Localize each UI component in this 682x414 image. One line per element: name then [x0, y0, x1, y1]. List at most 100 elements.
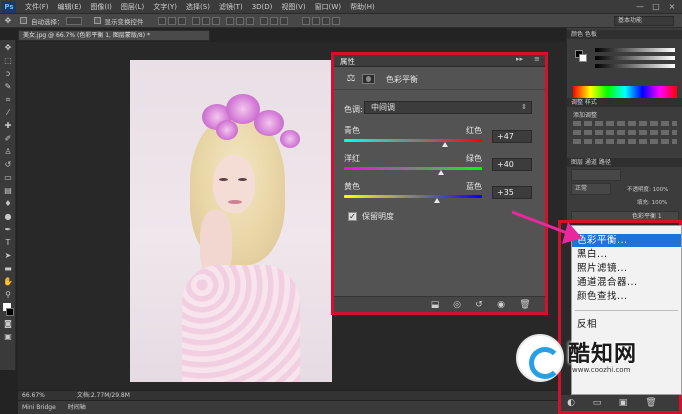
crop-icon[interactable]: ⌗: [2, 95, 14, 105]
maximize-button[interactable]: □: [648, 0, 664, 13]
adjustment-icons-row[interactable]: [573, 139, 677, 144]
view-previous-icon[interactable]: ◎: [450, 299, 464, 311]
move-tool-icon[interactable]: ✥: [2, 16, 14, 26]
fill-field[interactable]: 填充: 100%: [637, 198, 667, 206]
quick-mask-icon[interactable]: ◙: [2, 319, 14, 329]
menu-view[interactable]: 视图(V): [281, 2, 305, 12]
layer-mask-icon[interactable]: [362, 74, 375, 84]
align-top-icon[interactable]: [157, 16, 166, 25]
distribute-left-icon[interactable]: [259, 16, 268, 25]
color-panel-tabs[interactable]: 颜色 色板: [567, 30, 682, 39]
color-slider-g[interactable]: [595, 56, 675, 60]
3d-rotate-icon[interactable]: [311, 16, 320, 25]
distribute-right-icon[interactable]: [279, 16, 288, 25]
preserve-luminosity[interactable]: ✓ 保留明度: [348, 211, 394, 222]
screen-mode-icon[interactable]: ▣: [2, 332, 14, 342]
adjustments-panel-tabs[interactable]: 调整 样式: [567, 98, 682, 107]
document-tab[interactable]: 美女.jpg @ 66.7% (色彩平衡 1, 图层蒙版/8) *: [18, 30, 210, 41]
magenta-green-slider[interactable]: [344, 167, 482, 170]
reset-icon[interactable]: ↺: [472, 299, 486, 311]
yellow-blue-slider-thumb[interactable]: [434, 198, 441, 203]
opacity-field[interactable]: 不透明度: 100%: [627, 185, 668, 193]
pen-icon[interactable]: ✒: [2, 225, 14, 235]
menu-edit[interactable]: 编辑(E): [58, 2, 82, 12]
menu-item-photo-filter[interactable]: 照片滤镜...: [572, 262, 681, 275]
color-background-swatch[interactable]: [579, 54, 587, 62]
menu-item-color-balance[interactable]: 色彩平衡...: [572, 234, 681, 247]
gradient-icon[interactable]: ▤: [2, 186, 14, 196]
visibility-eye-icon[interactable]: ◉: [494, 299, 508, 311]
menu-3d[interactable]: 3D(D): [252, 3, 273, 11]
menu-window[interactable]: 窗口(W): [315, 2, 341, 12]
menu-layer[interactable]: 图层(L): [121, 2, 144, 12]
history-brush-icon[interactable]: ↺: [2, 160, 14, 170]
3d-pan-icon[interactable]: [331, 16, 340, 25]
menu-image[interactable]: 图像(I): [90, 2, 112, 12]
type-icon[interactable]: T: [2, 238, 14, 248]
zoom-icon[interactable]: ⚲: [2, 290, 14, 300]
tab-timeline[interactable]: 时间轴: [68, 404, 86, 411]
align-left-icon[interactable]: [191, 16, 200, 25]
distribute-middle-icon[interactable]: [235, 16, 244, 25]
brush-icon[interactable]: ✐: [2, 134, 14, 144]
lasso-icon[interactable]: ↄ: [2, 69, 14, 79]
hand-icon[interactable]: ✋: [2, 277, 14, 287]
color-slider-b[interactable]: [595, 64, 675, 68]
blur-icon[interactable]: ♦: [2, 199, 14, 209]
preserve-luminosity-checkbox[interactable]: ✓: [348, 212, 357, 221]
cyan-red-slider[interactable]: [344, 139, 482, 142]
doc-size-readout[interactable]: 文档:2.77M/29.8M: [77, 392, 130, 399]
auto-select-checkbox[interactable]: [20, 17, 27, 24]
minimize-button[interactable]: —: [632, 0, 648, 13]
workspace-selector[interactable]: 基本功能: [614, 16, 674, 26]
cyan-red-slider-thumb[interactable]: [442, 142, 449, 147]
close-button[interactable]: ×: [664, 0, 680, 13]
path-select-icon[interactable]: ➤: [2, 251, 14, 261]
yellow-blue-slider[interactable]: [344, 195, 482, 198]
menu-type[interactable]: 文字(Y): [153, 2, 177, 12]
magenta-green-value[interactable]: +40: [492, 158, 532, 171]
stamp-icon[interactable]: ♙: [2, 147, 14, 157]
clip-to-layer-icon[interactable]: ⬓: [428, 299, 442, 311]
distribute-top-icon[interactable]: [225, 16, 234, 25]
blend-mode-select[interactable]: 正常: [571, 183, 611, 195]
shape-icon[interactable]: ▬: [2, 264, 14, 274]
align-right-icon[interactable]: [211, 16, 220, 25]
align-middle-icon[interactable]: [167, 16, 176, 25]
menu-item-channel-mixer[interactable]: 通道混合器...: [572, 276, 681, 289]
menu-item-black-white[interactable]: 黑白...: [572, 248, 681, 261]
align-center-icon[interactable]: [201, 16, 210, 25]
cyan-red-value[interactable]: +47: [492, 130, 532, 143]
panel-menu-icon[interactable]: ≡: [534, 55, 540, 63]
tone-select[interactable]: 中间调 ⇕: [364, 101, 532, 114]
balance-scale-icon[interactable]: ⚖: [344, 73, 358, 85]
menu-help[interactable]: 帮助(H): [350, 2, 375, 12]
3d-mode-icon[interactable]: [301, 16, 310, 25]
tab-mini-bridge[interactable]: Mini Bridge: [22, 404, 56, 411]
magenta-green-slider-thumb[interactable]: [437, 170, 444, 175]
menu-select[interactable]: 选择(S): [186, 2, 210, 12]
collapse-icon[interactable]: ▸▸: [516, 55, 523, 63]
eyedropper-icon[interactable]: ⁄: [2, 108, 14, 118]
quick-select-icon[interactable]: ✎: [2, 82, 14, 92]
menu-file[interactable]: 文件(F): [25, 2, 49, 12]
move-icon[interactable]: ✥: [2, 43, 14, 53]
trash-icon[interactable]: 🗑: [518, 299, 532, 311]
healing-icon[interactable]: ✚: [2, 121, 14, 131]
adjustment-icons-row[interactable]: [573, 130, 677, 135]
eraser-icon[interactable]: ▭: [2, 173, 14, 183]
properties-title[interactable]: 属性: [340, 56, 355, 67]
distribute-center-icon[interactable]: [269, 16, 278, 25]
show-transform-checkbox[interactable]: [93, 17, 101, 24]
dodge-icon[interactable]: ●: [2, 212, 14, 222]
zoom-readout[interactable]: 66.67%: [22, 392, 45, 399]
auto-select-dropdown[interactable]: [65, 16, 82, 25]
layers-panel-tabs[interactable]: 图层 通道 路径: [567, 158, 682, 167]
color-slider-r[interactable]: [595, 48, 675, 52]
menu-filter[interactable]: 滤镜(T): [219, 2, 243, 12]
layer-kind-filter[interactable]: [571, 169, 621, 181]
menu-item-color-lookup[interactable]: 颜色查找...: [572, 290, 681, 303]
marquee-icon[interactable]: ⬚: [2, 56, 14, 66]
3d-roll-icon[interactable]: [321, 16, 330, 25]
background-color-swatch[interactable]: [6, 308, 14, 316]
